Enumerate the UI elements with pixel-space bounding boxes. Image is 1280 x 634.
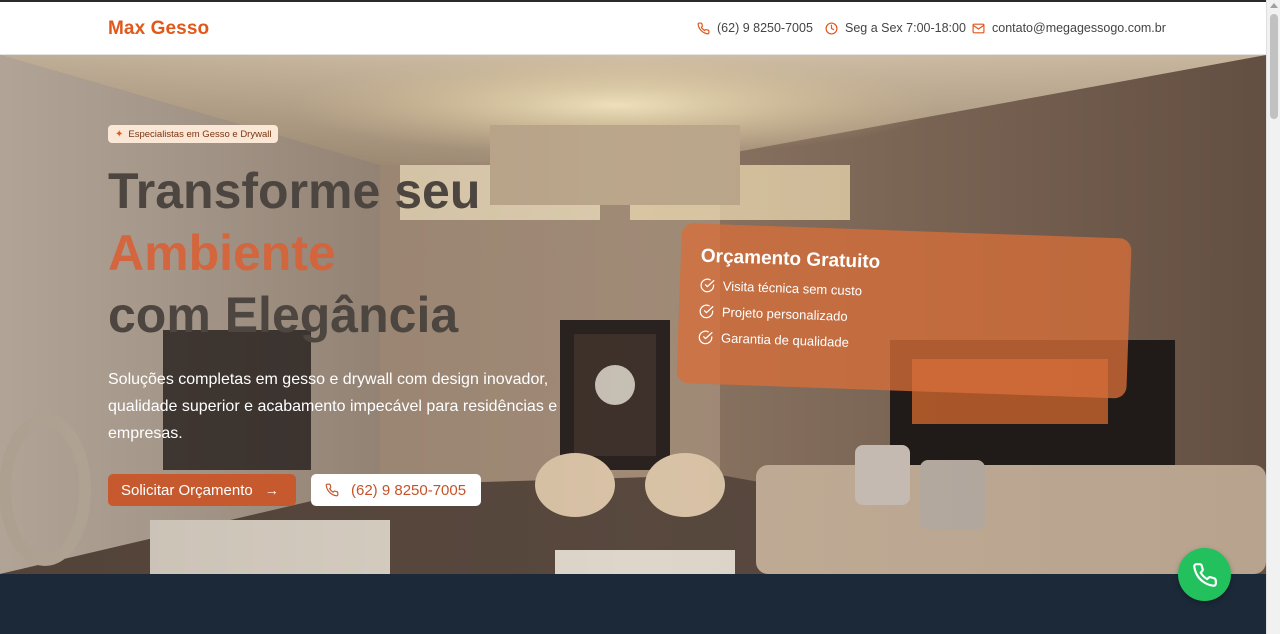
call-phone-button[interactable]: (62) 9 8250-7005 — [311, 474, 481, 506]
whatsapp-button[interactable] — [1178, 548, 1231, 601]
quote-feature-item: Garantia de qualidade — [698, 330, 1108, 359]
quote-feature-item: Visita técnica sem custo — [700, 278, 1110, 307]
quote-feature-text: Garantia de qualidade — [720, 330, 850, 350]
arrow-right-icon: → — [264, 482, 279, 498]
header-phone[interactable]: (62) 9 8250-7005 — [697, 21, 813, 35]
headline-accent: Ambiente — [108, 225, 336, 281]
check-circle-icon — [699, 304, 714, 319]
scroll-up-arrow[interactable] — [1270, 3, 1278, 8]
header-email[interactable]: contato@megagessogo.com.br — [972, 21, 1166, 35]
phone-icon — [325, 483, 339, 497]
quote-feature-item: Projeto personalizado — [699, 304, 1109, 333]
page-scrollbar[interactable] — [1266, 0, 1280, 634]
header-email-text: contato@megagessogo.com.br — [992, 21, 1166, 35]
hero-headline: Transforme seu Ambiente com Elegância — [108, 160, 480, 346]
header-hours: Seg a Sex 7:00-18:00 — [825, 21, 966, 35]
headline-line-1: Transforme seu — [108, 163, 481, 219]
header-phone-text: (62) 9 8250-7005 — [717, 21, 813, 35]
sparkle-icon: ✦ — [115, 128, 124, 140]
clock-icon — [825, 21, 838, 35]
phone-icon — [697, 21, 710, 34]
headline-line-3: com Elegância — [108, 287, 459, 343]
brand-logo[interactable]: Max Gesso — [108, 18, 209, 40]
header-hours-text: Seg a Sex 7:00-18:00 — [845, 21, 966, 35]
whatsapp-icon — [1192, 562, 1217, 587]
quote-feature-text: Projeto personalizado — [721, 304, 848, 324]
mail-icon — [972, 23, 985, 33]
free-quote-card: Orçamento Gratuito Visita técnica sem cu… — [676, 223, 1132, 399]
check-circle-icon — [698, 330, 713, 345]
free-quote-title: Orçamento Gratuito — [700, 245, 881, 273]
quote-feature-text: Visita técnica sem custo — [722, 278, 863, 299]
check-circle-icon — [700, 278, 715, 293]
hero-badge-text: Especialistas em Gesso e Drywall — [128, 128, 272, 140]
hero-subtext: Soluções completas em gesso e drywall co… — [108, 371, 558, 442]
request-quote-label: Solicitar Orçamento — [121, 481, 253, 499]
request-quote-button[interactable]: Solicitar Orçamento → — [108, 474, 296, 506]
call-phone-label: (62) 9 8250-7005 — [351, 481, 467, 499]
hero-section: ✦ Especialistas em Gesso e Drywall Trans… — [0, 55, 1266, 574]
hero-badge: ✦ Especialistas em Gesso e Drywall — [108, 125, 279, 143]
site-header: Max Gesso (62) 9 8250-7005 Seg a Sex 7:0… — [0, 0, 1266, 55]
scroll-thumb[interactable] — [1270, 14, 1278, 119]
